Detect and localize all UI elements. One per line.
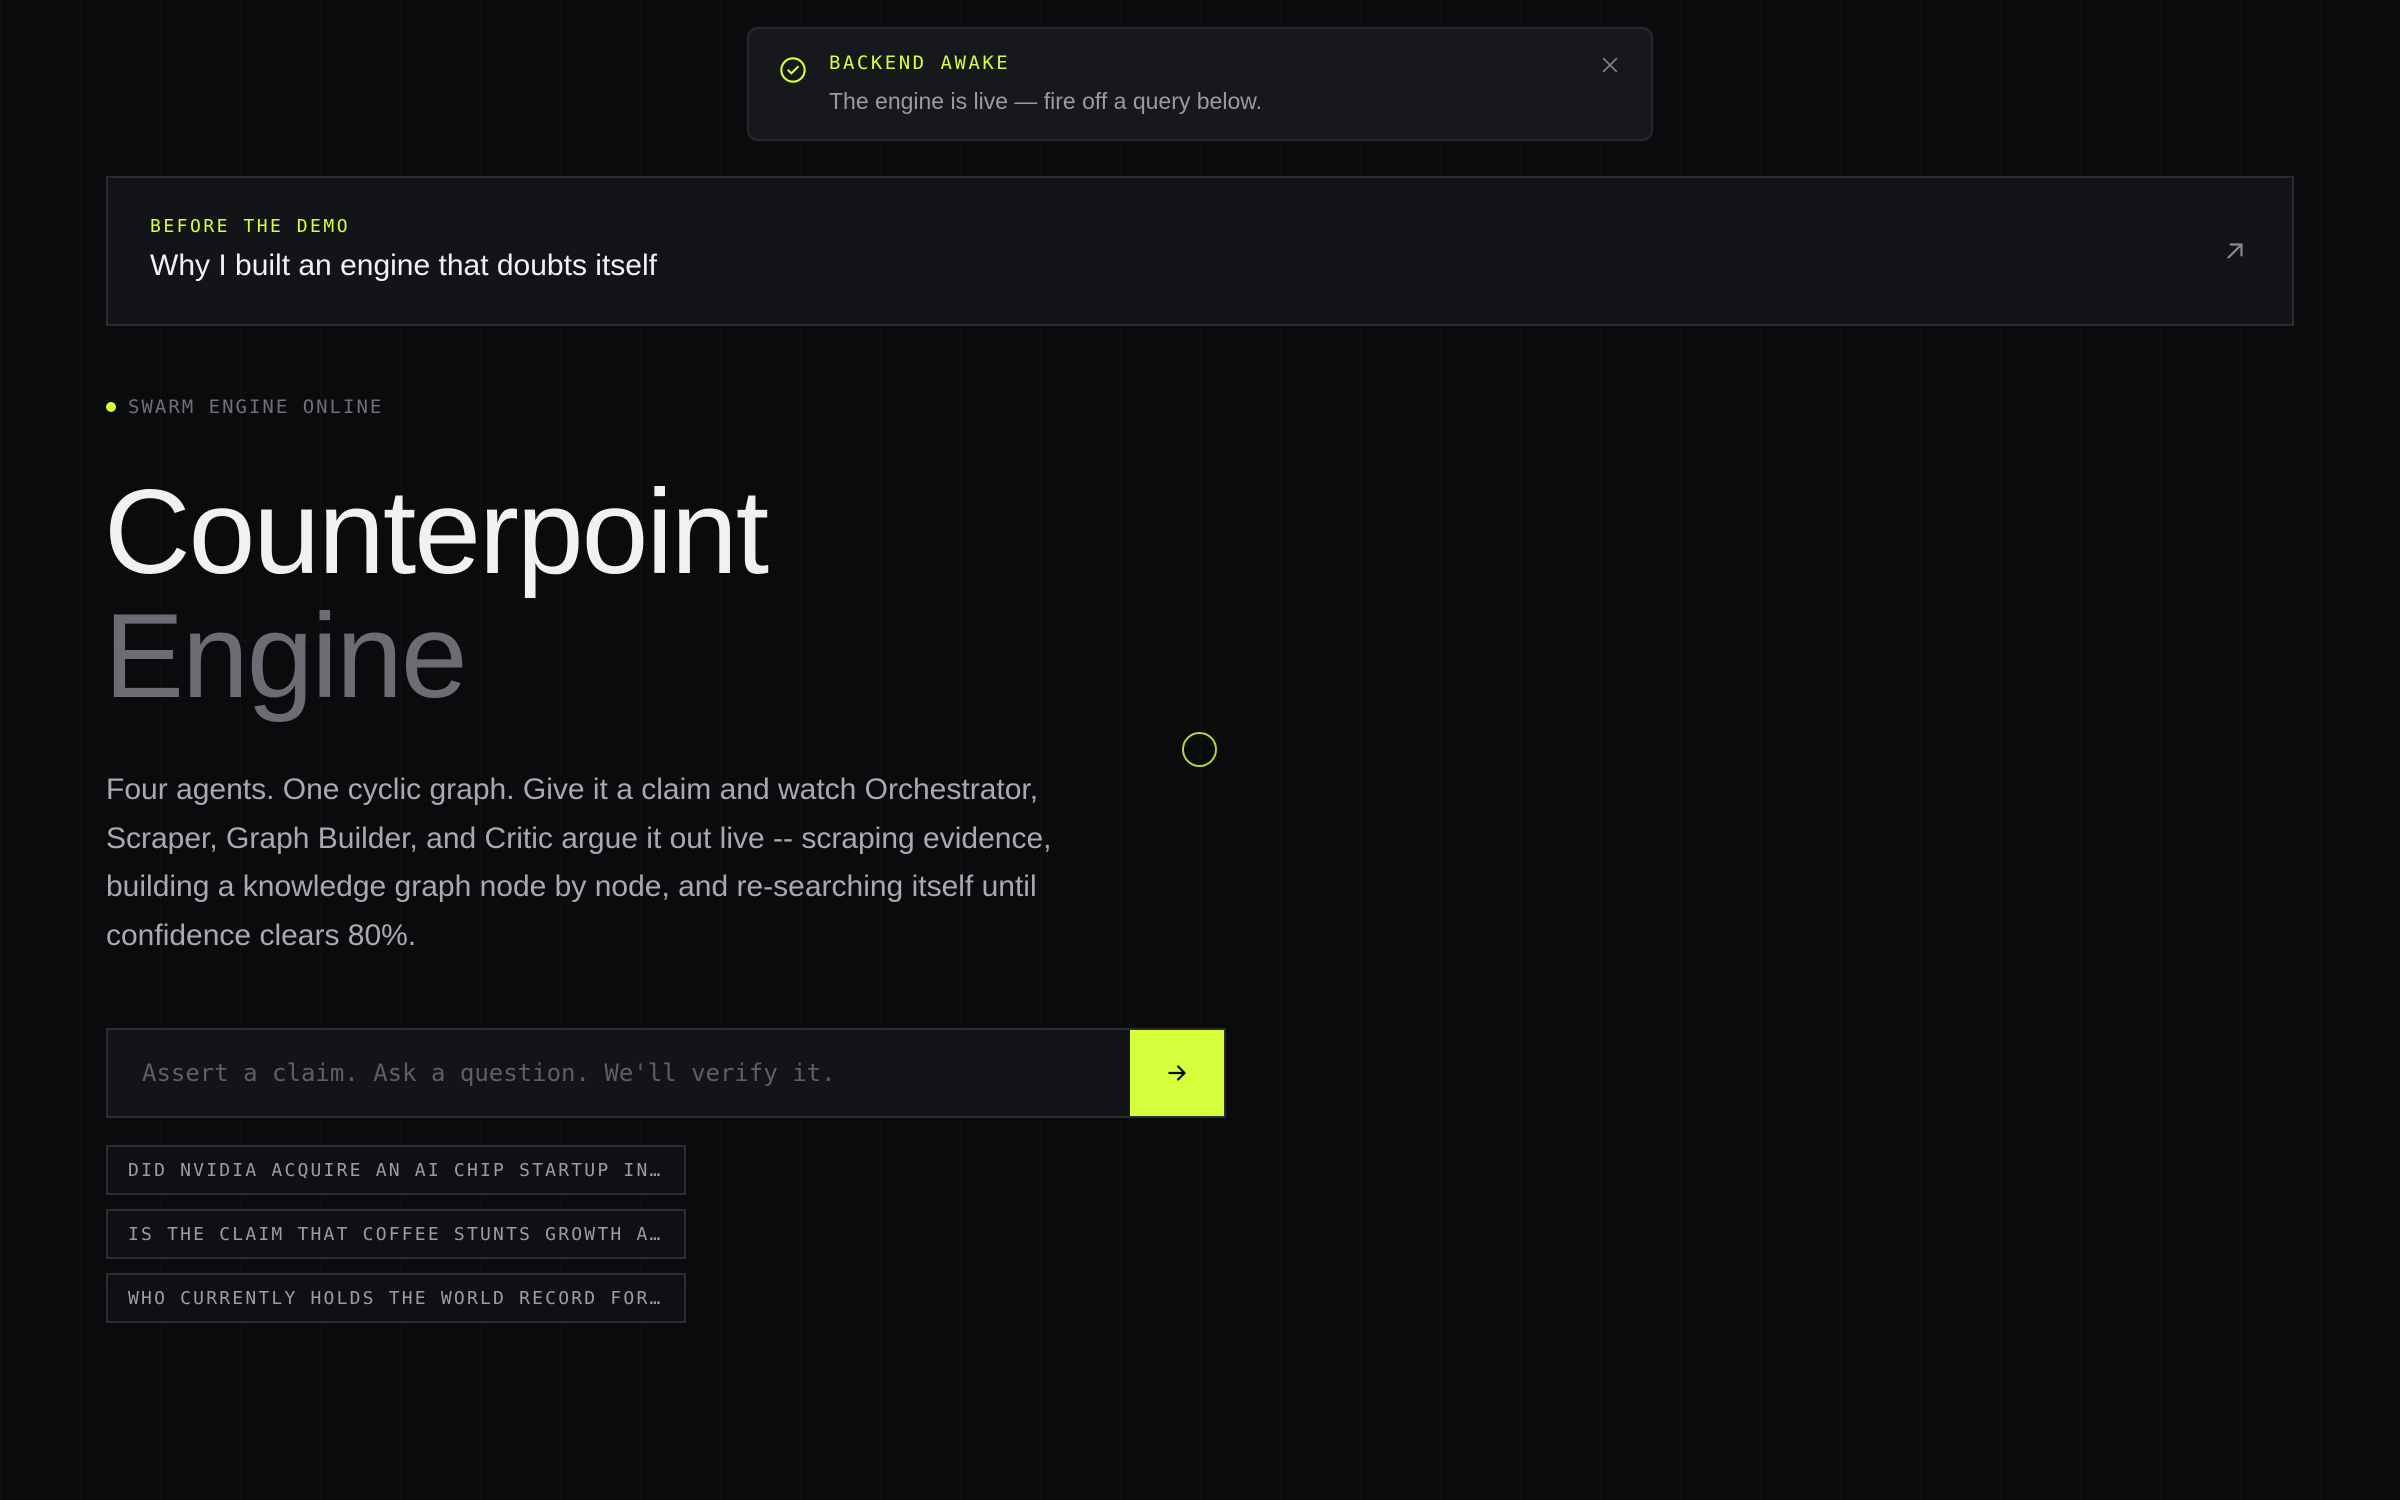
suggestion-text: WHO CURRENTLY HOLDS THE WORLD RECORD FOR… (128, 1287, 664, 1309)
check-circle-icon (780, 57, 806, 83)
suggestion-chip[interactable]: DID NVIDIA ACQUIRE AN AI CHIP STARTUP IN… (106, 1145, 686, 1195)
before-the-demo-card[interactable]: BEFORE THE DEMO Why I built an engine th… (106, 176, 2294, 326)
toast-title: BACKEND AWAKE (829, 52, 1011, 74)
submit-button[interactable] (1130, 1030, 1224, 1116)
cursor-ring (1182, 732, 1217, 767)
suggestion-chip[interactable]: WHO CURRENTLY HOLDS THE WORLD RECORD FOR… (106, 1273, 686, 1323)
page-title: Counterpoint Engine (104, 465, 769, 723)
demo-card-title: Why I built an engine that doubts itself (150, 249, 657, 282)
close-icon[interactable] (1599, 54, 1621, 76)
status-label: SWARM ENGINE ONLINE (128, 396, 384, 418)
title-line-1: Counterpoint (104, 465, 769, 599)
claim-input[interactable] (108, 1030, 1130, 1116)
suggested-queries: DID NVIDIA ACQUIRE AN AI CHIP STARTUP IN… (106, 1145, 686, 1337)
arrow-up-right-icon (2227, 243, 2243, 259)
suggestion-chip[interactable]: IS THE CLAIM THAT COFFEE STUNTS GROWTH A… (106, 1209, 686, 1259)
claim-search-bar (106, 1028, 1226, 1118)
title-line-2: Engine (104, 589, 468, 723)
suggestion-text: DID NVIDIA ACQUIRE AN AI CHIP STARTUP IN… (128, 1159, 664, 1181)
hero-description: Four agents. One cyclic graph. Give it a… (106, 773, 1052, 952)
arrow-right-icon (1168, 1065, 1186, 1081)
toast-message: The engine is live — fire off a query be… (829, 88, 1262, 114)
status-dot (106, 402, 116, 412)
engine-status: SWARM ENGINE ONLINE (106, 396, 383, 418)
demo-card-eyebrow: BEFORE THE DEMO (150, 216, 351, 237)
backend-status-toast: BACKEND AWAKE The engine is live — fire … (747, 27, 1653, 141)
suggestion-text: IS THE CLAIM THAT COFFEE STUNTS GROWTH A… (128, 1223, 664, 1245)
